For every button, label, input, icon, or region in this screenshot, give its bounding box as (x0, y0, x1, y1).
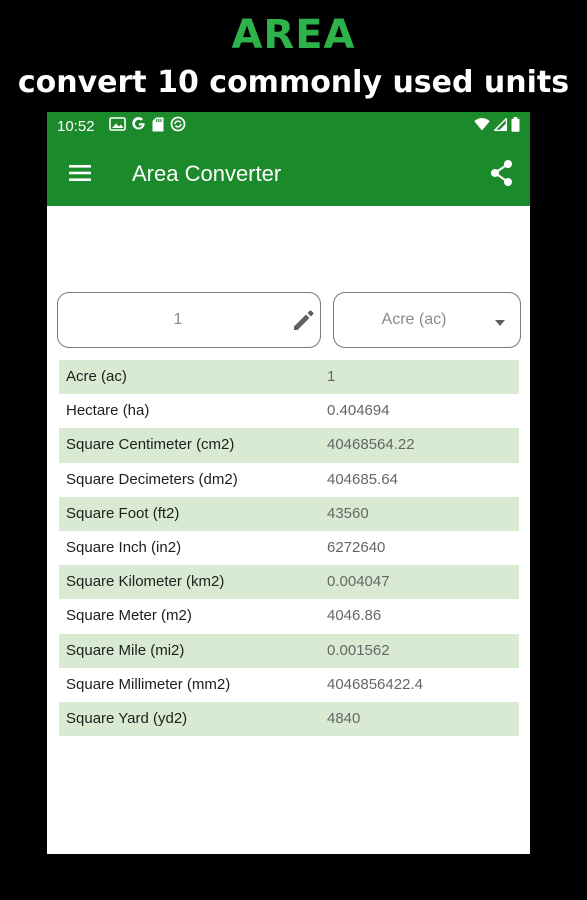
sync-icon (170, 116, 186, 137)
caret-down-icon (494, 315, 506, 326)
result-unit-name: Hectare (ha) (66, 402, 150, 420)
result-unit-name: Square Mile (mi2) (66, 641, 185, 659)
sd-card-icon (152, 117, 164, 137)
result-unit-value: 404685.64 (327, 470, 398, 488)
result-row: Square Millimeter (mm2) 4046856422.4 (59, 668, 519, 702)
google-icon (132, 116, 146, 137)
result-unit-value: 1 (327, 368, 336, 385)
result-unit-value: 43560 (327, 504, 369, 522)
result-row: Hectare (ha) 0.404694 (59, 394, 519, 428)
status-bar: 10:52 (47, 112, 530, 141)
result-row: Square Inch (in2) 6272640 (59, 531, 519, 565)
result-unit-name: Acre (ac) (66, 368, 127, 385)
value-input-field[interactable]: 1 (57, 292, 321, 348)
wifi-icon (474, 117, 490, 136)
app-bar: Area Converter (47, 141, 530, 206)
results-list: Acre (ac) 1 Hectare (ha) 0.404694 Square Cen… (59, 360, 519, 737)
unit-select-value[interactable]: Acre (ac) (334, 293, 494, 346)
image-icon (109, 117, 126, 136)
phone-screen: 10:52 Area Converter 1 Acre (ac) Acre (a… (47, 112, 530, 854)
menu-icon[interactable] (67, 161, 93, 185)
unit-select[interactable]: Acre (ac) (333, 292, 521, 348)
result-unit-name: Square Millimeter (mm2) (66, 675, 231, 693)
result-unit-value: 40468564.22 (327, 436, 415, 454)
status-time: 10:52 (57, 118, 95, 135)
result-row: Square Mile (mi2) 0.001562 (59, 633, 519, 668)
result-row: Square Yard (yd2) 4840 (59, 701, 519, 737)
result-unit-value: 0.004047 (327, 573, 390, 591)
app-title: Area Converter (132, 161, 282, 186)
share-icon[interactable] (488, 158, 516, 188)
result-unit-value: 4840 (327, 709, 361, 727)
result-unit-value: 4046.86 (327, 607, 382, 625)
result-unit-value: 4046856422.4 (327, 675, 423, 693)
result-unit-value: 0.404694 (327, 402, 390, 420)
status-icons-left (109, 116, 186, 137)
result-unit-name: Square Yard (yd2) (66, 709, 188, 727)
result-row: Square Centimeter (cm2) 40468564.22 (59, 428, 519, 463)
promo-title: AREA (231, 12, 356, 58)
pencil-icon (291, 307, 317, 333)
value-input[interactable]: 1 (58, 293, 298, 346)
result-row: Square Foot (ft2) 43560 (59, 496, 519, 531)
status-icons-right (474, 116, 520, 137)
result-unit-name: Square Foot (ft2) (66, 504, 180, 522)
result-unit-name: Square Meter (m2) (66, 607, 192, 625)
result-unit-value: 0.001562 (327, 641, 390, 659)
result-row: Acre (ac) 1 (59, 360, 519, 395)
result-unit-value: 6272640 (327, 538, 386, 556)
result-unit-name: Square Kilometer (km2) (66, 573, 225, 591)
result-row: Square Meter (m2) 4046.86 (59, 599, 519, 633)
signal-icon (492, 116, 508, 136)
result-row: Square Kilometer (km2) 0.004047 (59, 565, 519, 600)
result-row: Square Decimeters (dm2) 404685.64 (59, 463, 519, 497)
battery-icon (511, 116, 520, 137)
result-unit-name: Square Decimeters (dm2) (66, 470, 238, 488)
result-unit-name: Square Inch (in2) (66, 538, 182, 556)
promo-subtitle: convert 10 commonly used units (17, 65, 570, 100)
result-unit-name: Square Centimeter (cm2) (66, 436, 235, 454)
